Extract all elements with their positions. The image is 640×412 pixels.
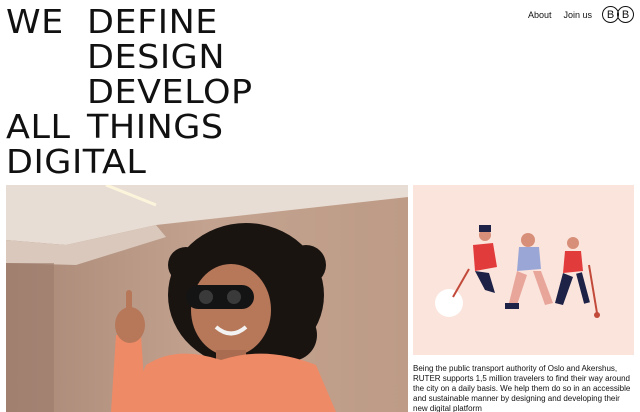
hero-word-design: DESIGN bbox=[87, 37, 226, 76]
case-caption: Being the public transport authority of … bbox=[413, 364, 631, 412]
hero-photo-vr-woman[interactable] bbox=[6, 185, 408, 412]
case-illustration-ruter[interactable] bbox=[413, 185, 634, 355]
hero-word-define: DEFINE bbox=[87, 2, 218, 41]
riders-illustration bbox=[413, 185, 634, 355]
nav-link-join-us[interactable]: Join us bbox=[563, 10, 592, 20]
brand-logo[interactable]: B B bbox=[602, 6, 634, 23]
hero-word-all: ALL bbox=[6, 107, 71, 146]
logo-letter-b-2: B bbox=[617, 6, 634, 23]
nav-link-about[interactable]: About bbox=[528, 10, 552, 20]
hero-word-we: WE bbox=[6, 2, 64, 41]
hero-word-things: THINGS bbox=[87, 107, 224, 146]
photo-illustration bbox=[6, 185, 408, 412]
top-nav: About Join us B B bbox=[528, 6, 634, 23]
hero-word-digital: DIGITAL bbox=[6, 142, 147, 181]
hero-word-develop: DEVELOP bbox=[87, 72, 253, 111]
